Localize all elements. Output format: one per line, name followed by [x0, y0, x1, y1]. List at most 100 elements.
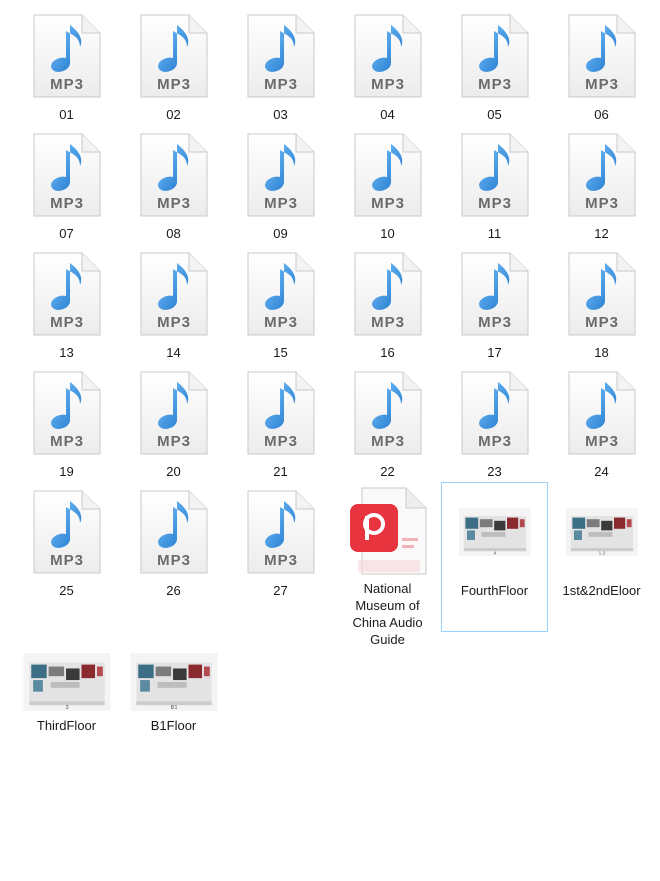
- file-item[interactable]: B1 B1Floor: [120, 651, 227, 741]
- file-item[interactable]: MP3 18: [548, 244, 655, 363]
- file-name: 20: [166, 464, 181, 479]
- file-item[interactable]: MP3 24: [548, 363, 655, 482]
- mp3-file-icon: MP3: [461, 14, 528, 98]
- file-icon: MP3: [455, 248, 535, 340]
- file-item[interactable]: MP3 01: [13, 6, 120, 125]
- svg-text:4: 4: [493, 550, 496, 556]
- mp3-file-icon: MP3: [461, 133, 528, 217]
- file-name: 12: [594, 226, 609, 241]
- svg-text:MP3: MP3: [50, 195, 84, 212]
- svg-text:MP3: MP3: [264, 433, 298, 450]
- file-item[interactable]: MP3 16: [334, 244, 441, 363]
- floor-plan-thumbnail: 4: [458, 508, 531, 556]
- file-name: 13: [59, 345, 74, 360]
- file-name: 15: [273, 345, 288, 360]
- file-item[interactable]: MP3 23: [441, 363, 548, 482]
- svg-text:MP3: MP3: [371, 433, 405, 450]
- file-icon: MP3: [134, 367, 214, 459]
- file-icon: MP3: [455, 367, 535, 459]
- file-name: 09: [273, 226, 288, 241]
- file-name: 1st&2ndEloor: [562, 583, 641, 598]
- file-item[interactable]: MP3 20: [120, 363, 227, 482]
- svg-text:3: 3: [65, 705, 68, 711]
- file-icon: 3: [19, 651, 115, 713]
- mp3-file-icon: MP3: [33, 490, 100, 574]
- file-name: 18: [594, 345, 609, 360]
- svg-text:MP3: MP3: [264, 314, 298, 331]
- file-icon: MP3: [27, 10, 107, 102]
- mp3-file-icon: MP3: [354, 133, 421, 217]
- file-icon: MP3: [134, 129, 214, 221]
- mp3-file-icon: MP3: [247, 133, 314, 217]
- file-item[interactable]: MP3 08: [120, 125, 227, 244]
- svg-text:MP3: MP3: [585, 433, 619, 450]
- file-item[interactable]: MP3 04: [334, 6, 441, 125]
- svg-text:MP3: MP3: [50, 76, 84, 93]
- file-item[interactable]: MP3 17: [441, 244, 548, 363]
- file-icon: MP3: [241, 248, 321, 340]
- file-name: 27: [273, 583, 288, 598]
- svg-text:MP3: MP3: [478, 433, 512, 450]
- file-icon: MP3: [562, 248, 642, 340]
- svg-text:MP3: MP3: [264, 552, 298, 569]
- svg-text:MP3: MP3: [371, 314, 405, 331]
- file-item[interactable]: MP3 02: [120, 6, 227, 125]
- file-item[interactable]: MP3 11: [441, 125, 548, 244]
- file-name: 26: [166, 583, 181, 598]
- file-item[interactable]: 1 2 1st&2ndEloor: [548, 482, 655, 632]
- svg-text:MP3: MP3: [157, 314, 191, 331]
- file-item[interactable]: MP3 22: [334, 363, 441, 482]
- file-icon: MP3: [348, 10, 428, 102]
- file-item[interactable]: MP3 05: [441, 6, 548, 125]
- file-icon: B1: [126, 651, 222, 713]
- file-grid-row-2: 3 ThirdFloor B1 B1Floor: [13, 651, 227, 741]
- floor-plan-thumbnail: 1 2: [565, 508, 638, 556]
- file-item[interactable]: MP3 19: [13, 363, 120, 482]
- mp3-file-icon: MP3: [354, 14, 421, 98]
- mp3-file-icon: MP3: [354, 371, 421, 455]
- file-item[interactable]: MP3 13: [13, 244, 120, 363]
- file-icon: MP3: [455, 10, 535, 102]
- svg-text:MP3: MP3: [157, 195, 191, 212]
- file-item[interactable]: MP3 14: [120, 244, 227, 363]
- svg-text:MP3: MP3: [478, 195, 512, 212]
- mp3-file-icon: MP3: [247, 252, 314, 336]
- file-icon: MP3: [134, 486, 214, 578]
- mp3-file-icon: MP3: [33, 371, 100, 455]
- file-icon: MP3: [562, 367, 642, 459]
- svg-text:MP3: MP3: [50, 552, 84, 569]
- svg-text:MP3: MP3: [157, 433, 191, 450]
- mp3-file-icon: MP3: [461, 371, 528, 455]
- file-item[interactable]: MP3 06: [548, 6, 655, 125]
- file-item[interactable]: MP3 25: [13, 482, 120, 632]
- file-item[interactable]: MP3 09: [227, 125, 334, 244]
- file-item[interactable]: 4 FourthFloor: [441, 482, 548, 632]
- file-item[interactable]: MP3 12: [548, 125, 655, 244]
- file-item[interactable]: MP3 15: [227, 244, 334, 363]
- mp3-file-icon: MP3: [33, 133, 100, 217]
- svg-text:B1: B1: [170, 705, 177, 711]
- file-item[interactable]: MP3 27: [227, 482, 334, 632]
- file-icon: MP3: [241, 10, 321, 102]
- file-icon: MP3: [134, 10, 214, 102]
- mp3-file-icon: MP3: [33, 14, 100, 98]
- file-item[interactable]: MP3 07: [13, 125, 120, 244]
- file-name: B1Floor: [150, 718, 197, 733]
- file-name: 10: [380, 226, 395, 241]
- file-item[interactable]: MP3 21: [227, 363, 334, 482]
- file-item[interactable]: National Museum of China Audio Guide: [334, 482, 441, 647]
- file-name: 05: [487, 107, 502, 122]
- file-item[interactable]: MP3 26: [120, 482, 227, 632]
- mp3-file-icon: MP3: [354, 252, 421, 336]
- mp3-file-icon: MP3: [140, 371, 207, 455]
- mp3-file-icon: MP3: [33, 252, 100, 336]
- file-name: 08: [166, 226, 181, 241]
- file-item[interactable]: MP3 03: [227, 6, 334, 125]
- file-icon: MP3: [27, 129, 107, 221]
- file-item[interactable]: 3 ThirdFloor: [13, 651, 120, 741]
- file-name: 23: [487, 464, 502, 479]
- file-icon: MP3: [27, 486, 107, 578]
- file-item[interactable]: MP3 10: [334, 125, 441, 244]
- mp3-file-icon: MP3: [568, 371, 635, 455]
- mp3-file-icon: MP3: [247, 371, 314, 455]
